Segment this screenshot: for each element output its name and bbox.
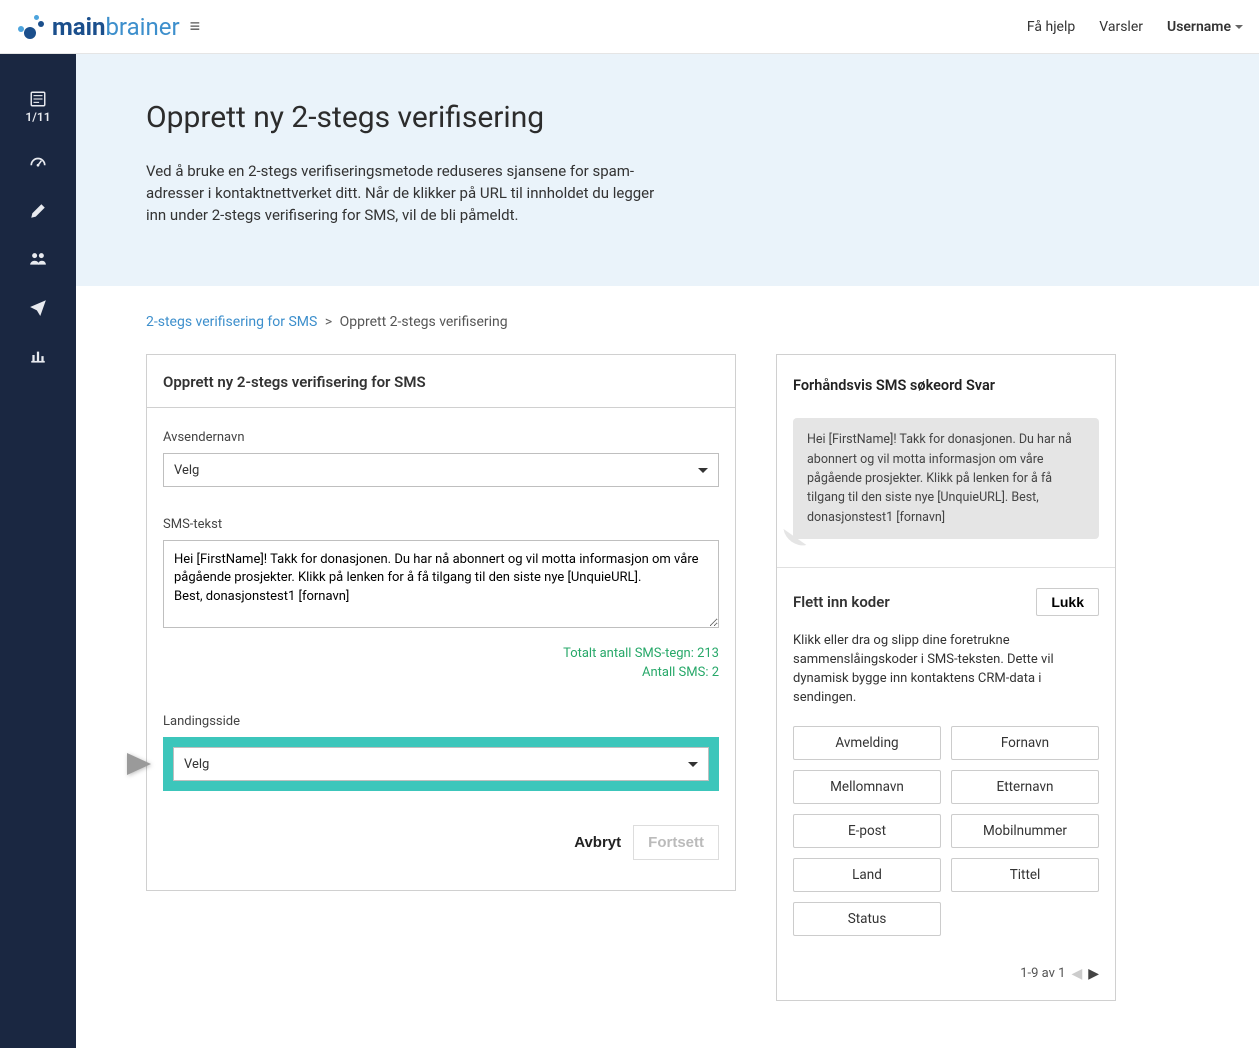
total-chars: Totalt antall SMS-tegn: 213 xyxy=(163,646,719,661)
cancel-button[interactable]: Avbryt xyxy=(574,834,621,851)
char-counts: Totalt antall SMS-tegn: 213 Antall SMS: … xyxy=(163,646,719,680)
breadcrumb-current: Opprett 2-stegs verifisering xyxy=(340,314,508,330)
sender-select-value: Velg xyxy=(174,463,199,478)
chevron-down-icon xyxy=(698,468,708,473)
merge-code-fornavn[interactable]: Fornavn xyxy=(951,726,1099,760)
chart-icon xyxy=(29,346,47,364)
user-menu[interactable]: Username xyxy=(1167,19,1243,35)
breadcrumb: 2-stegs verifisering for SMS > Opprett 2… xyxy=(146,314,1199,330)
sms-text-label: SMS-tekst xyxy=(163,517,719,532)
gauge-icon xyxy=(29,154,47,172)
sidebar-step[interactable]: 1/11 xyxy=(25,90,50,124)
logo[interactable]: mainbrainer xyxy=(16,13,180,41)
merge-code-status[interactable]: Status xyxy=(793,902,941,936)
preview-panel: Forhåndsvis SMS søkeord Svar Hei [FirstN… xyxy=(776,354,1116,1000)
landing-select[interactable]: Velg xyxy=(173,747,709,781)
preview-bubble-wrap: Hei [FirstName]! Takk for donasjonen. Du… xyxy=(793,418,1099,539)
sidebar: 1/11 xyxy=(0,54,76,1048)
sender-label: Avsendernavn xyxy=(163,430,719,445)
logo-dots-icon xyxy=(16,14,46,40)
step-label: 1/11 xyxy=(25,110,50,124)
hero: Opprett ny 2-stegs verifisering Ved å br… xyxy=(76,54,1259,286)
merge-code-epost[interactable]: E-post xyxy=(793,814,941,848)
merge-codes-title: Flett inn koder xyxy=(793,593,890,611)
page-description: Ved å bruke en 2-stegs verifiseringsmeto… xyxy=(146,161,676,226)
sidebar-users[interactable] xyxy=(29,250,47,268)
sidebar-dashboard[interactable] xyxy=(29,154,47,172)
pencil-icon xyxy=(29,202,47,220)
topbar: mainbrainer ≡ Få hjelp Varsler Username xyxy=(0,0,1259,54)
landing-label: Landingsside xyxy=(163,714,719,729)
sidebar-chart[interactable] xyxy=(29,346,47,364)
merge-code-tittel[interactable]: Tittel xyxy=(951,858,1099,892)
merge-codes-desc: Klikk eller dra og slipp dine foretrukne… xyxy=(793,632,1099,707)
sender-select[interactable]: Velg xyxy=(163,453,719,487)
merge-code-etternavn[interactable]: Etternavn xyxy=(951,770,1099,804)
preview-bubble: Hei [FirstName]! Takk for donasjonen. Du… xyxy=(793,418,1099,539)
page-title: Opprett ny 2-stegs verifisering xyxy=(146,100,1199,135)
preview-title: Forhåndsvis SMS søkeord Svar xyxy=(793,377,1099,394)
close-button[interactable]: Lukk xyxy=(1036,588,1099,616)
pager-label: 1-9 av 1 xyxy=(1020,966,1065,981)
landing-highlight: Velg xyxy=(163,737,719,791)
breadcrumb-link[interactable]: 2-stegs verifisering for SMS xyxy=(146,314,317,330)
pointer-arrow-icon xyxy=(127,753,151,775)
pager-prev[interactable]: ◀ xyxy=(1071,966,1082,982)
sms-count: Antall SMS: 2 xyxy=(163,665,719,680)
sidebar-edit[interactable] xyxy=(29,202,47,220)
sms-text-input[interactable] xyxy=(163,540,719,628)
chevron-down-icon xyxy=(688,762,698,767)
landing-select-value: Velg xyxy=(184,757,209,772)
alerts-link[interactable]: Varsler xyxy=(1099,19,1143,35)
pager-next[interactable]: ▶ xyxy=(1088,966,1099,982)
merge-code-mobilnummer[interactable]: Mobilnummer xyxy=(951,814,1099,848)
divider xyxy=(777,567,1115,568)
username-label: Username xyxy=(1167,19,1231,35)
logo-text: mainbrainer xyxy=(52,13,180,41)
document-icon xyxy=(29,90,47,108)
form-panel-title: Opprett ny 2-stegs verifisering for SMS xyxy=(147,355,735,408)
sidebar-send[interactable] xyxy=(29,298,47,316)
chevron-down-icon xyxy=(1235,25,1243,29)
users-icon xyxy=(29,250,47,268)
breadcrumb-separator: > xyxy=(325,314,332,330)
pager: 1-9 av 1 ◀ ▶ xyxy=(793,966,1099,982)
merge-code-avmelding[interactable]: Avmelding xyxy=(793,726,941,760)
help-link[interactable]: Få hjelp xyxy=(1027,19,1075,35)
menu-toggle-icon[interactable]: ≡ xyxy=(190,16,201,37)
merge-codes-grid: Avmelding Fornavn Mellomnavn Etternavn E… xyxy=(793,726,1099,936)
paper-plane-icon xyxy=(29,298,47,316)
continue-button[interactable]: Fortsett xyxy=(633,825,719,860)
logo-wrap: mainbrainer ≡ xyxy=(16,13,200,41)
merge-code-land[interactable]: Land xyxy=(793,858,941,892)
form-panel: Opprett ny 2-stegs verifisering for SMS … xyxy=(146,354,736,891)
merge-code-mellomnavn[interactable]: Mellomnavn xyxy=(793,770,941,804)
